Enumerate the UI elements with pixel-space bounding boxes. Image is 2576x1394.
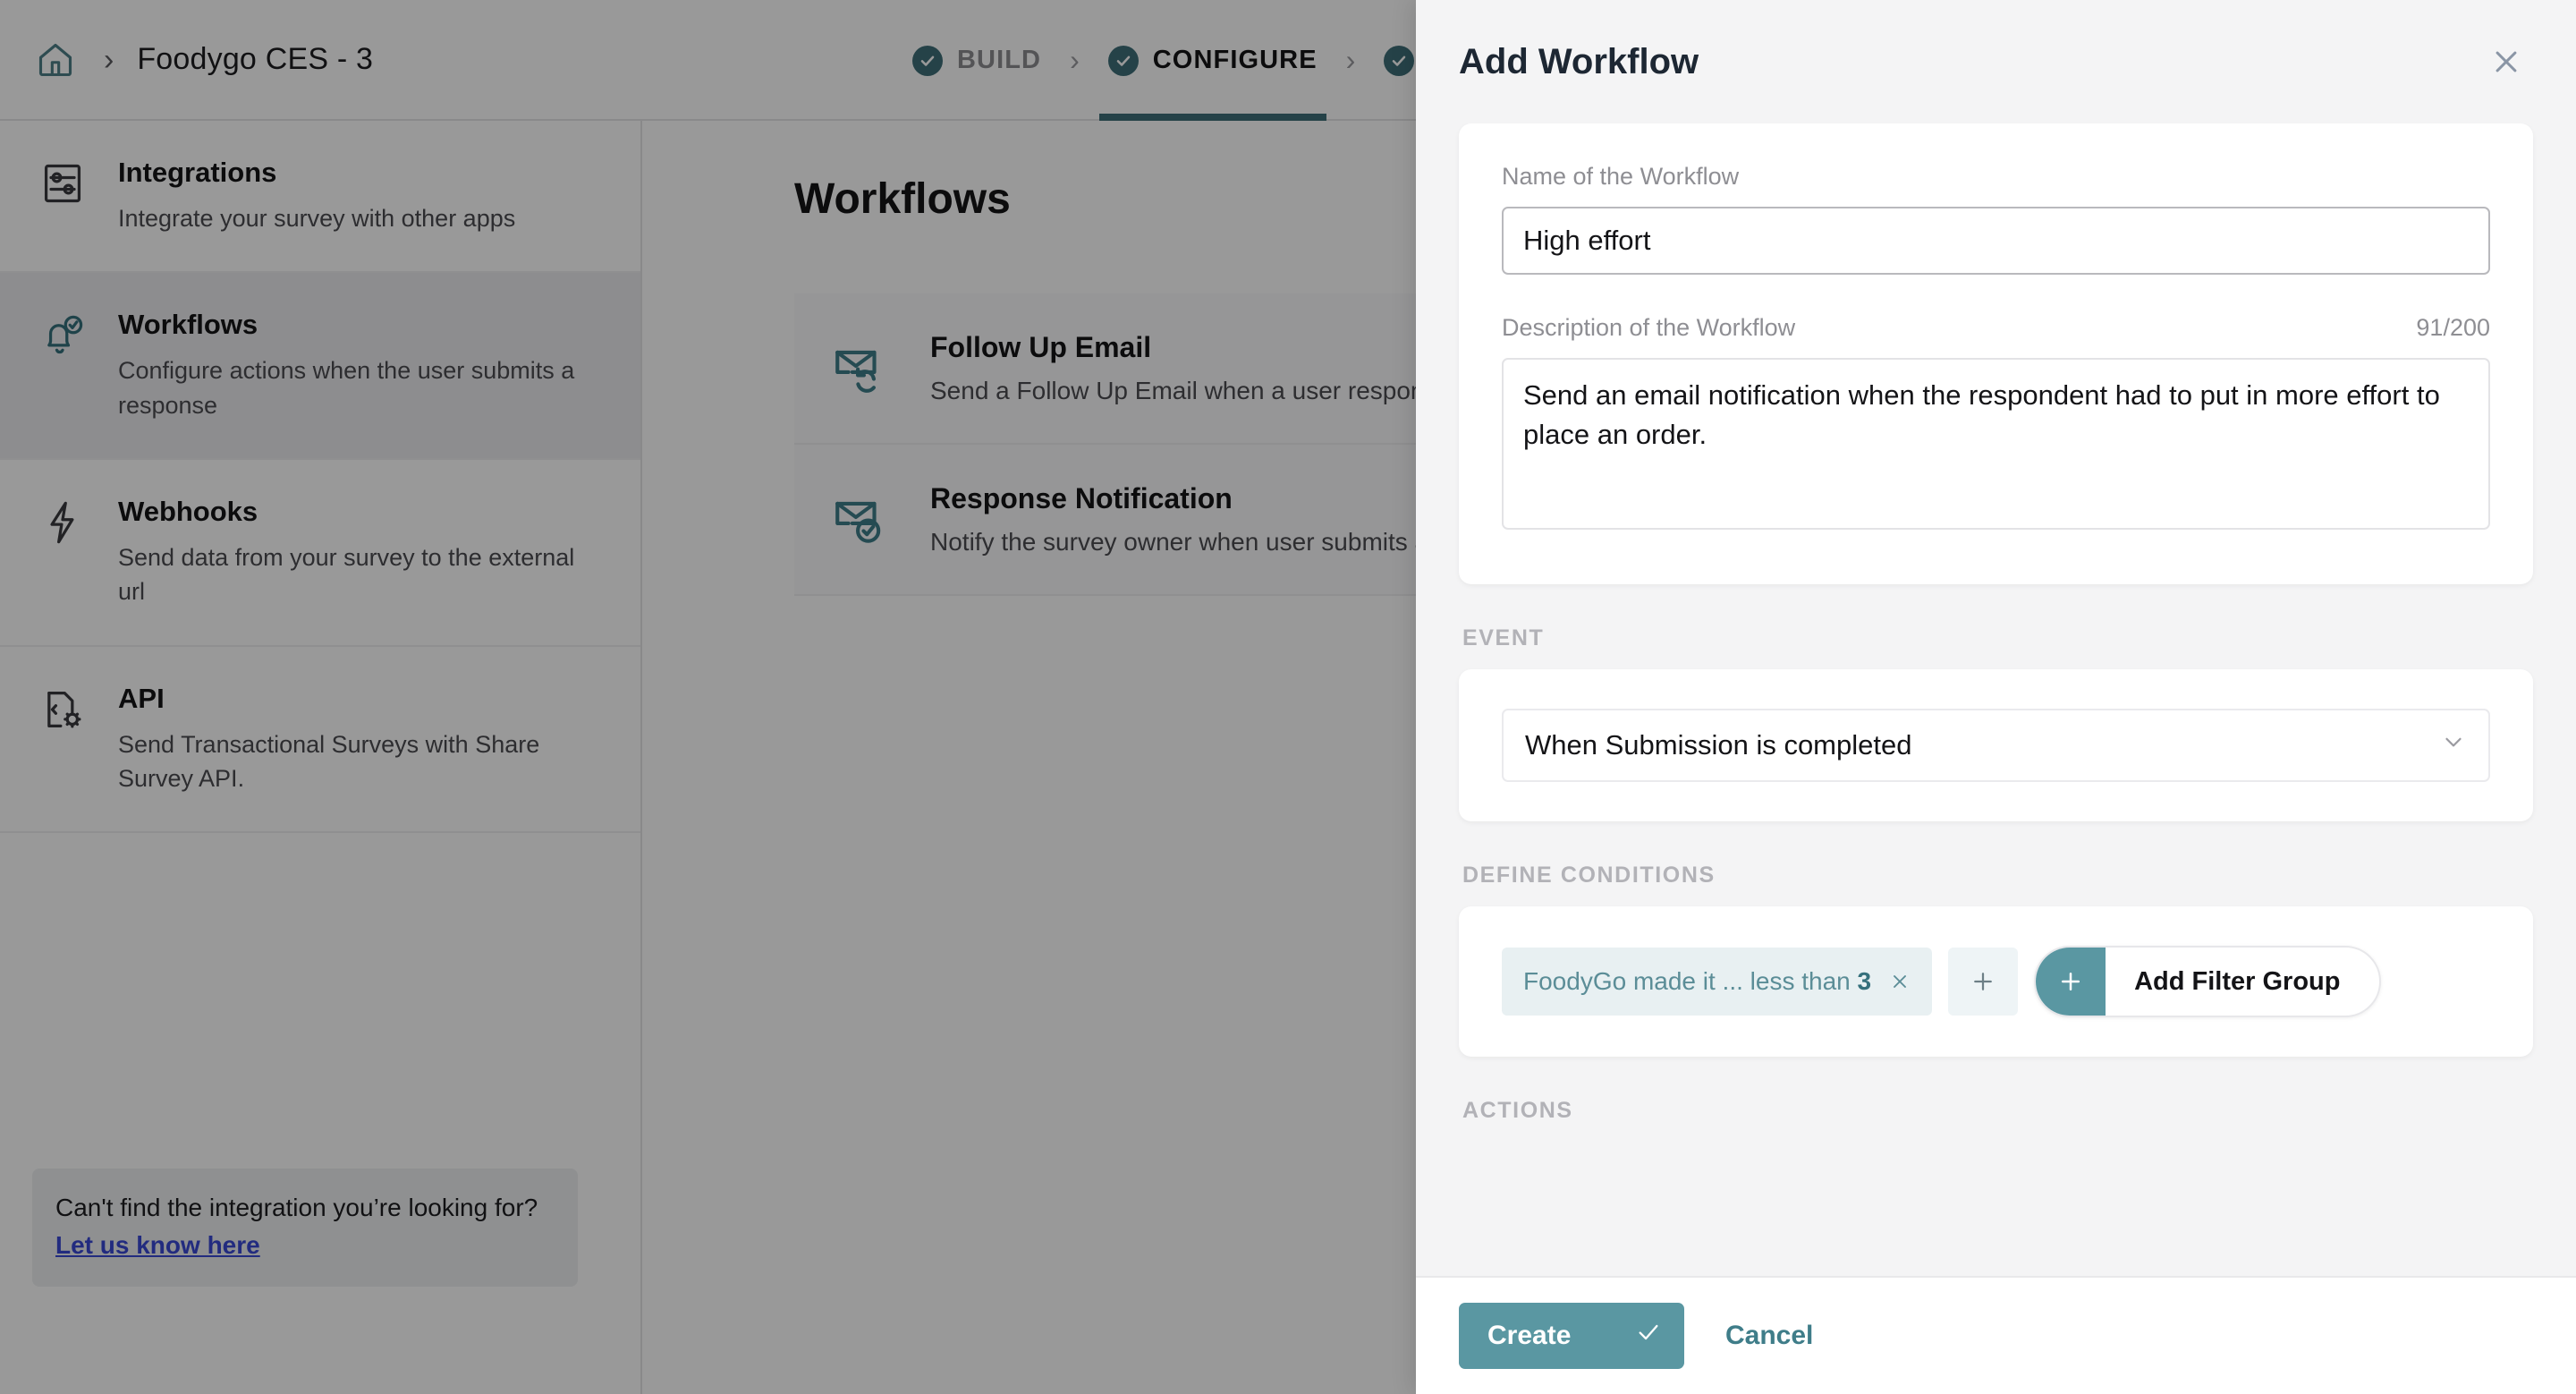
check-icon — [1636, 1320, 1661, 1352]
panel-footer: Create Cancel — [1416, 1276, 2576, 1394]
conditions-section-label: DEFINE CONDITIONS — [1462, 863, 1716, 888]
condition-chip-text: FoodyGo made it ... less than 3 — [1523, 967, 1871, 996]
create-button-label: Create — [1487, 1321, 1572, 1350]
screen-root: › Foodygo CES - 3 BUILD › CONFIGURE › In… — [0, 0, 2576, 1394]
add-filter-group-button[interactable]: Add Filter Group — [2034, 946, 2382, 1017]
close-icon[interactable] — [2483, 38, 2529, 85]
condition-chip[interactable]: FoodyGo made it ... less than 3 — [1502, 948, 1933, 1016]
event-section-label: EVENT — [1462, 625, 1545, 650]
condition-chip-value: 3 — [1857, 967, 1872, 995]
workflow-name-input[interactable] — [1502, 207, 2490, 275]
cancel-button[interactable]: Cancel — [1725, 1321, 1813, 1351]
add-filter-group-label: Add Filter Group — [2134, 966, 2341, 996]
close-icon[interactable] — [1889, 971, 1911, 992]
workflow-details-card: Name of the Workflow Description of the … — [1459, 123, 2533, 584]
conditions-card: FoodyGo made it ... less than 3 Add Filt… — [1459, 906, 2533, 1057]
workflow-description-textarea[interactable] — [1502, 358, 2490, 530]
event-card: When Submission is completed — [1459, 669, 2533, 821]
name-field-label: Name of the Workflow — [1502, 163, 1740, 190]
actions-section-label: ACTIONS — [1462, 1098, 1573, 1123]
panel-title: Add Workflow — [1459, 41, 1699, 81]
add-workflow-panel: Add Workflow Name of the Workflow Descri… — [1416, 0, 2576, 1394]
create-button[interactable]: Create — [1459, 1303, 1684, 1369]
chevron-down-icon — [2440, 728, 2467, 762]
event-select[interactable]: When Submission is completed — [1502, 709, 2490, 782]
plus-icon — [2036, 948, 2106, 1016]
condition-chip-label: FoodyGo made it ... less than — [1523, 967, 1858, 995]
event-select-value: When Submission is completed — [1525, 729, 1912, 761]
add-condition-button[interactable] — [1948, 948, 2019, 1016]
panel-header: Add Workflow — [1416, 0, 2576, 123]
panel-body: Name of the Workflow Description of the … — [1416, 123, 2576, 1394]
description-field-label: Description of the Workflow — [1502, 314, 1796, 341]
description-char-count: 91/200 — [2416, 314, 2490, 341]
